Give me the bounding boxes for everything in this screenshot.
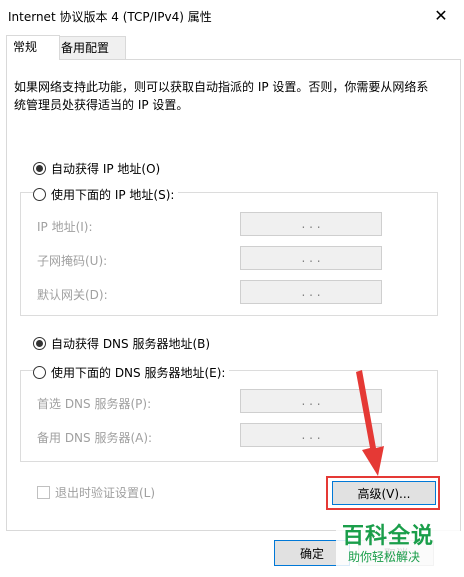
default-gateway-label: 默认网关(D):: [37, 288, 108, 302]
watermark-logo: 百科全说 助你轻松解决: [336, 516, 460, 572]
watermark-main-text: 百科全说: [342, 524, 435, 549]
dns-auto-radio[interactable]: [33, 337, 46, 350]
validate-on-exit-option[interactable]: 退出时验证设置(L): [37, 484, 155, 501]
close-button[interactable]: ✕: [418, 0, 464, 30]
dns-manual-option[interactable]: 使用下面的 DNS 服务器地址(E):: [33, 364, 230, 381]
window-title: Internet 协议版本 4 (TCP/IPv4) 属性: [8, 10, 212, 24]
default-gateway-value: . . .: [301, 285, 321, 299]
ip-address-input[interactable]: . . .: [240, 212, 382, 236]
ip-address-value: . . .: [301, 217, 321, 231]
preferred-dns-label: 首选 DNS 服务器(P):: [37, 397, 152, 411]
validate-on-exit-label: 退出时验证设置(L): [55, 486, 156, 500]
ip-address-label: IP 地址(I):: [37, 220, 93, 234]
subnet-mask-value: . . .: [301, 251, 321, 265]
ip-auto-label: 自动获得 IP 地址(O): [51, 162, 161, 176]
preferred-dns-value: . . .: [301, 394, 321, 408]
ip-manual-option[interactable]: 使用下面的 IP 地址(S):: [33, 186, 179, 203]
default-gateway-input[interactable]: . . .: [240, 280, 382, 304]
ip-auto-option[interactable]: 自动获得 IP 地址(O): [33, 160, 160, 177]
dns-auto-option[interactable]: 自动获得 DNS 服务器地址(B): [33, 335, 210, 352]
dns-manual-radio[interactable]: [33, 366, 46, 379]
ip-manual-label: 使用下面的 IP 地址(S):: [51, 188, 175, 202]
description-text: 如果网络支持此功能，则可以获取自动指派的 IP 设置。否则，你需要从网络系统管理…: [14, 80, 429, 112]
alternate-dns-label: 备用 DNS 服务器(A):: [37, 431, 153, 445]
tab-alternate-config[interactable]: 备用配置: [54, 36, 126, 59]
title-bar: Internet 协议版本 4 (TCP/IPv4) 属性 ✕: [0, 0, 464, 30]
ip-manual-radio[interactable]: [33, 188, 46, 201]
dns-auto-label: 自动获得 DNS 服务器地址(B): [51, 337, 211, 351]
ip-auto-radio[interactable]: [33, 162, 46, 175]
advanced-button[interactable]: 高级(V)...: [332, 481, 436, 505]
alternate-dns-value: . . .: [301, 428, 321, 442]
validate-on-exit-checkbox[interactable]: [37, 486, 50, 499]
subnet-mask-input[interactable]: . . .: [240, 246, 382, 270]
dns-manual-label: 使用下面的 DNS 服务器地址(E):: [51, 366, 226, 380]
tab-general[interactable]: 常规: [6, 35, 60, 60]
watermark-sub-text: 助你轻松解决: [348, 550, 421, 564]
close-icon: ✕: [434, 5, 448, 25]
annotation-arrow-icon: [356, 370, 384, 476]
subnet-mask-label: 子网掩码(U):: [37, 254, 108, 268]
